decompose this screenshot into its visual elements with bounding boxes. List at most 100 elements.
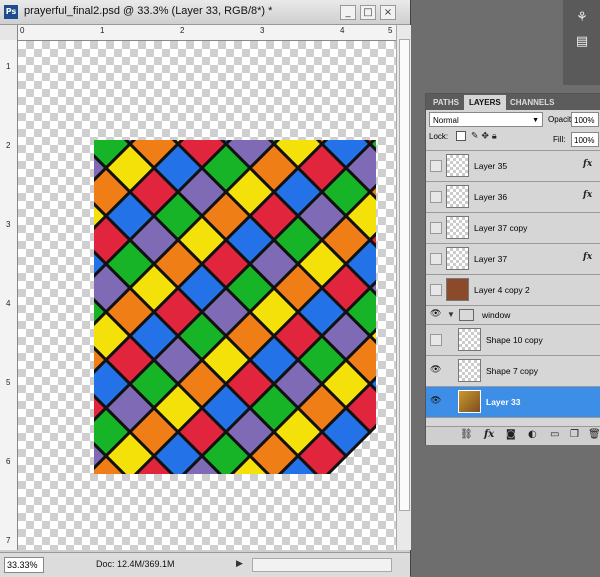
- scroll-thumb[interactable]: [399, 39, 410, 511]
- fx-icon[interactable]: fx: [484, 429, 494, 440]
- visibility-toggle[interactable]: [430, 253, 442, 265]
- visibility-toggle[interactable]: [430, 334, 442, 346]
- document-title-bar[interactable]: Ps prayerful_final2.psd @ 33.3% (Layer 3…: [0, 0, 410, 25]
- layer-thumbnail: [458, 390, 481, 413]
- ruler-tick-label: 0: [20, 26, 25, 35]
- layers-panel-toolbar: ⛓ fx ◙ ◐ ▭ ❐ 🗑︎: [426, 426, 600, 445]
- eye-icon[interactable]: 👁︎: [430, 309, 441, 319]
- panel-dock-strip: ⚘ ▤: [563, 0, 600, 85]
- layer-row[interactable]: Shape 10 copy: [426, 325, 600, 356]
- eye-icon[interactable]: 👁︎: [430, 396, 441, 406]
- layer-thumbnail: [446, 216, 469, 239]
- layer-row[interactable]: Layer 35 fx: [426, 151, 600, 182]
- fill-label: Fill:: [553, 135, 566, 144]
- visibility-toggle[interactable]: [430, 222, 442, 234]
- fx-icon[interactable]: fx: [583, 190, 592, 200]
- chevron-down-icon: ▼: [532, 117, 539, 124]
- ruler-origin[interactable]: [0, 25, 18, 41]
- layer-thumbnail: [446, 247, 469, 270]
- layer-name: Layer 35: [474, 161, 508, 171]
- vertical-ruler[interactable]: 1 2 3 4 5 6 7: [0, 40, 18, 550]
- horizontal-ruler[interactable]: 0 1 2 3 4 5: [18, 25, 396, 41]
- zoom-field[interactable]: 33.33%: [4, 557, 44, 573]
- lock-image-icon[interactable]: ✎: [471, 132, 479, 142]
- layer-row[interactable]: Layer 36 fx: [426, 182, 600, 213]
- lock-options: ✎ ✥ 🔒︎: [456, 131, 497, 142]
- chevron-down-icon[interactable]: ▼: [447, 310, 455, 319]
- ruler-tick-label: 5: [388, 26, 393, 35]
- layer-row[interactable]: Layer 37 fx: [426, 244, 600, 275]
- layer-list: Layer 35 fx Layer 36 fx Layer 37 copy La…: [426, 150, 600, 426]
- layer-name: Layer 37: [474, 254, 508, 264]
- panel-tabs: PATHS LAYERS CHANNELS: [426, 94, 600, 110]
- link-icon[interactable]: ⛓: [460, 429, 473, 440]
- clone-source-icon[interactable]: ▤: [571, 32, 593, 52]
- opacity-input[interactable]: 100%: [571, 112, 599, 127]
- fill-input[interactable]: 100%: [571, 132, 599, 147]
- status-menu-arrow-icon[interactable]: ▶: [236, 558, 243, 569]
- ruler-tick-label: 3: [6, 220, 11, 229]
- ruler-tick-label: 5: [6, 378, 11, 387]
- ruler-tick-label: 2: [180, 26, 185, 35]
- vertical-scrollbar[interactable]: [396, 25, 411, 550]
- eye-icon[interactable]: 👁︎: [430, 365, 441, 375]
- close-button[interactable]: ×: [380, 5, 396, 20]
- layer-group-row[interactable]: 👁︎ ▼ window: [426, 306, 600, 325]
- document-window: Ps prayerful_final2.psd @ 33.3% (Layer 3…: [0, 0, 411, 577]
- ruler-tick-label: 7: [6, 536, 11, 545]
- lock-label: Lock:: [429, 132, 449, 141]
- ruler-tick-label: 6: [6, 457, 11, 466]
- layer-name: Layer 36: [474, 192, 508, 202]
- layer-name: Shape 10 copy: [486, 335, 543, 345]
- layer-thumbnail: [458, 328, 481, 351]
- minimize-button[interactable]: _: [340, 5, 356, 20]
- document-size-info[interactable]: Doc: 12.4M/369.1M: [96, 559, 175, 569]
- layer-name: Layer 37 copy: [474, 223, 528, 233]
- document-title: prayerful_final2.psd @ 33.3% (Layer 33, …: [24, 5, 273, 17]
- tab-paths[interactable]: PATHS: [428, 95, 464, 110]
- ruler-tick-label: 1: [6, 62, 11, 71]
- ruler-tick-label: 4: [6, 299, 11, 308]
- trash-icon[interactable]: 🗑︎: [588, 429, 600, 440]
- tool-preset-icon[interactable]: ⚘: [571, 8, 593, 28]
- ruler-tick-label: 3: [260, 26, 265, 35]
- folder-icon: [459, 309, 474, 321]
- status-bar: 33.33% Doc: 12.4M/369.1M ▶: [0, 552, 410, 577]
- maximize-button[interactable]: □: [360, 5, 376, 20]
- visibility-toggle[interactable]: [430, 160, 442, 172]
- horizontal-scrollbar[interactable]: [252, 558, 392, 572]
- ruler-tick-label: 1: [100, 26, 105, 35]
- lock-position-icon[interactable]: ✥: [481, 132, 489, 142]
- layer-row-selected[interactable]: 👁︎ Layer 33: [426, 387, 600, 418]
- visibility-toggle[interactable]: [430, 191, 442, 203]
- document-canvas[interactable]: [18, 41, 396, 550]
- layer-thumbnail: [446, 278, 469, 301]
- adjustment-icon[interactable]: ◐: [528, 429, 537, 440]
- layer-name: Layer 33: [486, 397, 521, 407]
- layer-row[interactable]: 👁︎ Shape 7 copy: [426, 356, 600, 387]
- layer-name: Shape 7 copy: [486, 366, 538, 376]
- new-layer-icon[interactable]: ❐: [570, 429, 579, 440]
- lock-transparency-icon[interactable]: [456, 131, 466, 141]
- stained-glass-artwork: [94, 140, 376, 474]
- ruler-tick-label: 4: [340, 26, 345, 35]
- layer-thumbnail: [458, 359, 481, 382]
- fx-icon[interactable]: fx: [583, 252, 592, 262]
- layer-row[interactable]: Layer 4 copy 2: [426, 275, 600, 306]
- layers-panel: PATHS LAYERS CHANNELS Normal ▼ Opacity: …: [425, 93, 600, 445]
- blend-mode-select[interactable]: Normal ▼: [429, 112, 543, 127]
- group-icon[interactable]: ▭: [550, 429, 559, 440]
- layer-thumbnail: [446, 154, 469, 177]
- tab-channels[interactable]: CHANNELS: [505, 95, 559, 110]
- group-name: window: [482, 310, 511, 320]
- layer-name: Layer 4 copy 2: [474, 285, 530, 295]
- photoshop-icon: Ps: [4, 5, 18, 19]
- tab-layers[interactable]: LAYERS: [464, 95, 506, 110]
- fx-icon[interactable]: fx: [583, 159, 592, 169]
- layer-thumbnail: [446, 185, 469, 208]
- visibility-toggle[interactable]: [430, 284, 442, 296]
- blend-mode-value: Normal: [433, 116, 459, 125]
- mask-icon[interactable]: ◙: [506, 429, 516, 440]
- lock-all-icon[interactable]: 🔒︎: [492, 132, 497, 142]
- layer-row[interactable]: Layer 37 copy: [426, 213, 600, 244]
